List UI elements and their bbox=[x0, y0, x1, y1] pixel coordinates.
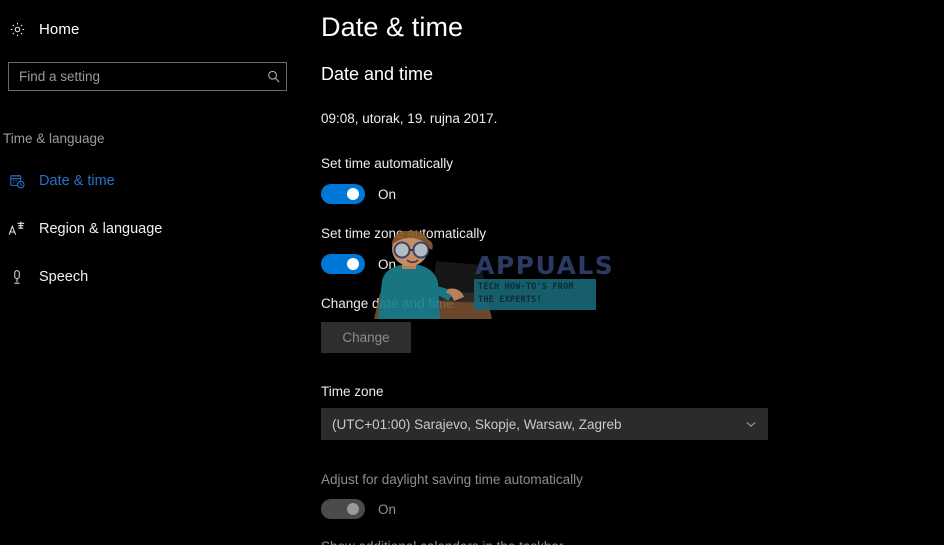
section-heading: Date and time bbox=[321, 64, 434, 84]
sidebar-item-date-time[interactable]: Date & time bbox=[0, 164, 310, 198]
gear-icon bbox=[4, 16, 30, 42]
set-time-automatically-label: Set time automatically bbox=[321, 156, 454, 171]
search-input[interactable] bbox=[9, 63, 260, 90]
daylight-saving-state: On bbox=[378, 501, 397, 517]
toggle-knob bbox=[347, 503, 359, 515]
search-icon[interactable] bbox=[260, 63, 286, 90]
daylight-saving-row: On bbox=[321, 498, 396, 520]
sidebar-item-region-language[interactable]: Region & language bbox=[0, 212, 310, 246]
set-time-automatically-toggle[interactable] bbox=[321, 184, 365, 204]
set-timezone-automatically-label: Set time zone automatically bbox=[321, 226, 487, 241]
set-time-automatically-row: On bbox=[321, 183, 396, 205]
change-date-time-label: Change date and time bbox=[321, 296, 454, 311]
watermark-brand-text: APPUALS bbox=[475, 251, 615, 280]
watermark-tagline: TECH HOW-TO'S FROM THE EXPERTS! bbox=[478, 281, 596, 307]
settings-window: Home Time & language bbox=[0, 0, 944, 545]
calendar-clock-icon bbox=[4, 169, 30, 193]
time-zone-selected-value: (UTC+01:00) Sarajevo, Skopje, Warsaw, Za… bbox=[332, 416, 622, 432]
sidebar-group-title: Time & language bbox=[3, 131, 105, 146]
watermark-tagline-line1: TECH HOW-TO'S FROM bbox=[478, 282, 574, 292]
set-timezone-automatically-row: On bbox=[321, 253, 396, 275]
daylight-saving-toggle[interactable] bbox=[321, 499, 365, 519]
page-title: Date & time bbox=[321, 12, 464, 42]
chevron-down-icon[interactable] bbox=[734, 408, 768, 440]
sidebar-item-home[interactable]: Home bbox=[0, 14, 79, 44]
change-button[interactable]: Change bbox=[321, 322, 411, 353]
main-content: Date & time Date and time 09:08, utorak,… bbox=[310, 0, 944, 545]
sidebar-item-label: Speech bbox=[39, 269, 89, 285]
sidebar: Home Time & language bbox=[0, 0, 310, 545]
set-timezone-automatically-state: On bbox=[378, 256, 397, 272]
set-time-automatically-state: On bbox=[378, 186, 397, 202]
toggle-knob bbox=[347, 188, 359, 200]
sidebar-item-label: Date & time bbox=[39, 173, 115, 189]
sidebar-item-speech[interactable]: Speech bbox=[0, 260, 310, 294]
daylight-saving-label: Adjust for daylight saving time automati… bbox=[321, 472, 583, 487]
time-zone-label: Time zone bbox=[321, 384, 384, 399]
sidebar-home-label: Home bbox=[39, 20, 80, 38]
microphone-icon bbox=[4, 265, 30, 289]
time-zone-dropdown[interactable]: (UTC+01:00) Sarajevo, Skopje, Warsaw, Za… bbox=[321, 408, 768, 440]
sidebar-item-label: Region & language bbox=[39, 221, 163, 237]
additional-calendars-label: Show additional calendars in the taskbar bbox=[321, 539, 563, 545]
current-datetime-text: 09:08, utorak, 19. rujna 2017. bbox=[321, 111, 498, 126]
watermark-tagline-line2: THE EXPERTS! bbox=[478, 295, 542, 305]
watermark-tagline-band bbox=[474, 279, 596, 310]
search-box[interactable] bbox=[8, 62, 287, 91]
toggle-knob bbox=[347, 258, 359, 270]
set-timezone-automatically-toggle[interactable] bbox=[321, 254, 365, 274]
language-icon bbox=[4, 217, 30, 241]
